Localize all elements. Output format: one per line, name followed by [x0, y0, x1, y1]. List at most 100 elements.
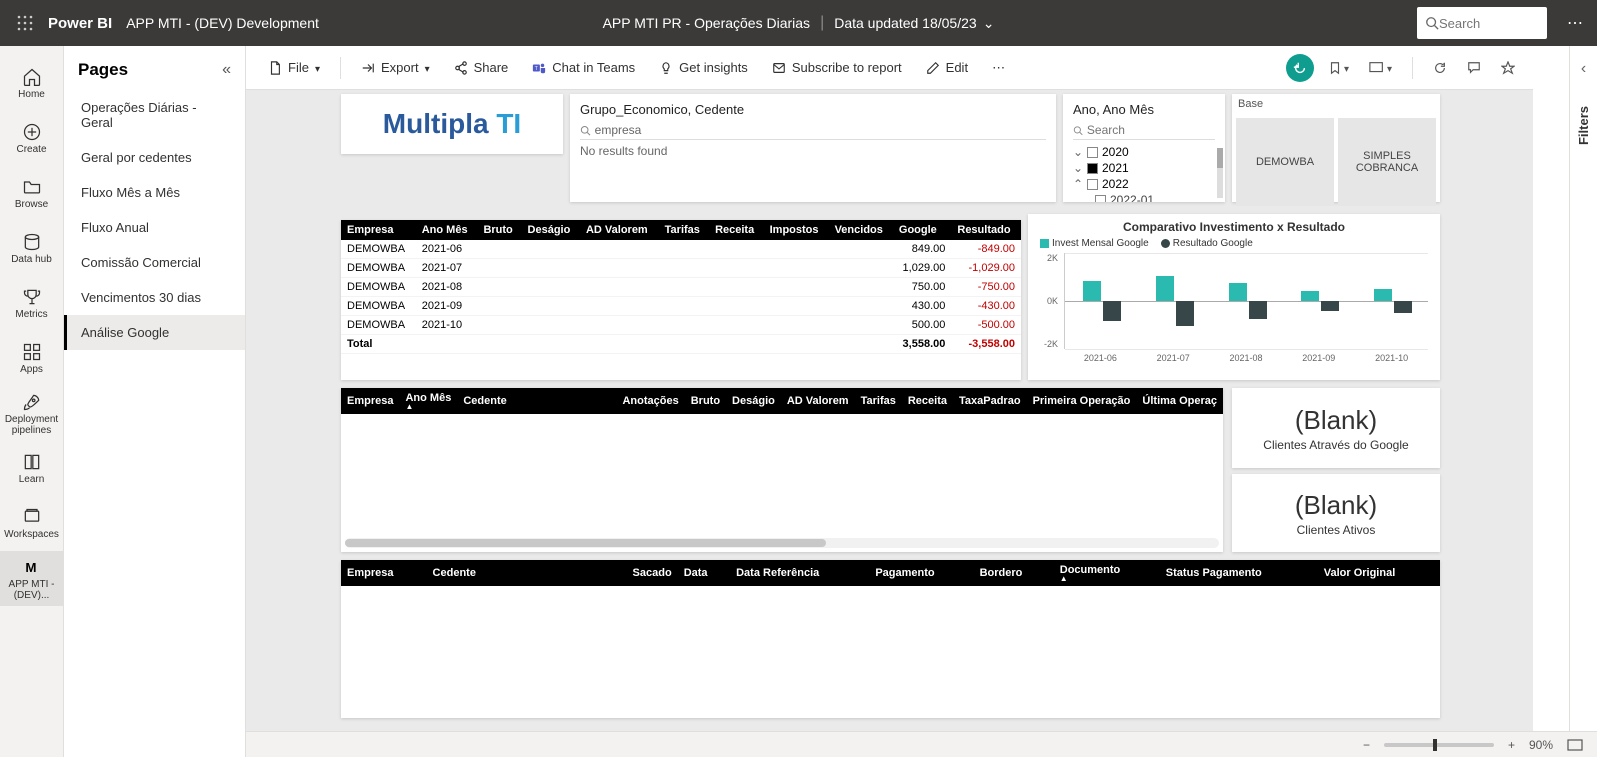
column-header[interactable]: Ano Mês▲: [399, 388, 457, 414]
year-item[interactable]: ⌄2020: [1073, 144, 1215, 160]
chat-teams-button[interactable]: T Chat in Teams: [522, 54, 645, 81]
table-row[interactable]: DEMOWBA2021-10500.00-500.00: [341, 316, 1021, 335]
comment-button[interactable]: [1461, 57, 1487, 79]
page-item[interactable]: Operações Diárias - Geral: [64, 90, 245, 140]
table-documentos[interactable]: EmpresaCedenteSacadoDataData ReferênciaP…: [341, 560, 1440, 718]
page-item[interactable]: Geral por cedentes: [64, 140, 245, 175]
table-row[interactable]: DEMOWBA2021-09430.00-430.00: [341, 297, 1021, 316]
column-header[interactable]: Cedente: [457, 388, 616, 414]
year-item[interactable]: 2022-01: [1095, 192, 1215, 202]
page-item[interactable]: Análise Google: [64, 315, 245, 350]
year-item[interactable]: ⌄2021: [1073, 160, 1215, 176]
column-header[interactable]: Tarifas: [659, 220, 709, 240]
bar[interactable]: [1394, 301, 1412, 313]
column-header[interactable]: Receita: [902, 388, 953, 414]
expand-icon[interactable]: ⌄: [1073, 145, 1083, 159]
column-header[interactable]: Resultado: [951, 220, 1021, 240]
collapse-pages-button[interactable]: «: [222, 61, 231, 79]
column-header[interactable]: TaxaPadrao: [953, 388, 1027, 414]
column-header[interactable]: Vencidos: [829, 220, 893, 240]
bar[interactable]: [1374, 289, 1392, 301]
bar[interactable]: [1249, 301, 1267, 319]
workspace-name[interactable]: APP MTI - (DEV) Development: [126, 15, 319, 31]
table-cedente[interactable]: EmpresaAno Mês▲CedenteAnotaçõesBrutoDesá…: [341, 388, 1223, 552]
bar[interactable]: [1083, 281, 1101, 301]
slicer-grupo-economico[interactable]: Grupo_Economico, Cedente No results foun…: [570, 94, 1056, 202]
nav-apps[interactable]: Apps: [0, 331, 63, 386]
global-search-input[interactable]: [1439, 16, 1519, 31]
nav-metrics[interactable]: Metrics: [0, 276, 63, 331]
kpi-clientes-ativos[interactable]: (Blank) Clientes Ativos: [1232, 474, 1440, 552]
fit-page-button[interactable]: [1563, 739, 1587, 751]
table-row[interactable]: DEMOWBA2021-06849.00-849.00: [341, 240, 1021, 259]
filters-pane-collapsed[interactable]: ‹ Filters: [1569, 46, 1597, 731]
bar[interactable]: [1103, 301, 1121, 321]
scrollbar[interactable]: [1217, 148, 1223, 198]
column-header[interactable]: Receita: [709, 220, 764, 240]
insights-button[interactable]: Get insights: [649, 54, 758, 81]
more-options-button[interactable]: ⋯: [1561, 13, 1589, 33]
slicer-ano[interactable]: Ano, Ano Mês ⌄2020⌄2021⌃20222022-01: [1063, 94, 1225, 202]
bar[interactable]: [1301, 291, 1319, 301]
column-header[interactable]: Anotações: [616, 388, 684, 414]
checkbox[interactable]: [1087, 163, 1098, 174]
report-name[interactable]: APP MTI PR - Operações Diarias: [603, 15, 810, 31]
chart-comparativo[interactable]: Comparativo Investimento x Resultado Inv…: [1028, 214, 1440, 380]
table-row[interactable]: DEMOWBA2021-08750.00-750.00: [341, 278, 1021, 297]
nav-learn[interactable]: Learn: [0, 441, 63, 496]
column-header[interactable]: Bordero: [974, 560, 1054, 586]
column-header[interactable]: AD Valorem: [580, 220, 659, 240]
page-item[interactable]: Fluxo Mês a Mês: [64, 175, 245, 210]
zoom-slider[interactable]: [1384, 743, 1494, 747]
column-header[interactable]: Deságio: [522, 220, 580, 240]
slicer-search-input[interactable]: [595, 123, 1046, 137]
column-header[interactable]: Pagamento: [869, 560, 973, 586]
zoom-in-button[interactable]: +: [1504, 738, 1519, 752]
file-menu[interactable]: File: [258, 54, 330, 81]
checkbox[interactable]: [1087, 147, 1098, 158]
column-header[interactable]: Bruto: [477, 220, 521, 240]
expand-icon[interactable]: ⌄: [1073, 161, 1083, 175]
column-header[interactable]: Data: [678, 560, 730, 586]
bar[interactable]: [1229, 283, 1247, 301]
subscribe-button[interactable]: Subscribe to report: [762, 54, 912, 81]
nav-datahub[interactable]: Data hub: [0, 221, 63, 276]
column-header[interactable]: Google: [893, 220, 951, 240]
bar[interactable]: [1156, 276, 1174, 301]
column-header[interactable]: Valor Original: [1318, 560, 1440, 586]
nav-app-mti[interactable]: MAPP MTI - (DEV)...: [0, 551, 63, 606]
column-header[interactable]: Ano Mês: [416, 220, 478, 240]
bookmark-button[interactable]: [1322, 55, 1355, 81]
page-item[interactable]: Comissão Comercial: [64, 245, 245, 280]
column-header[interactable]: Impostos: [764, 220, 829, 240]
slicer-base[interactable]: Base DEMOWBA SIMPLES COBRANCA: [1232, 94, 1440, 202]
refresh-button[interactable]: [1427, 57, 1453, 79]
global-search[interactable]: [1417, 7, 1547, 39]
checkbox[interactable]: [1087, 179, 1098, 190]
column-header[interactable]: Sacado: [627, 560, 678, 586]
nav-browse[interactable]: Browse: [0, 166, 63, 221]
column-header[interactable]: Tarifas: [855, 388, 902, 414]
table-row[interactable]: DEMOWBA2021-071,029.00-1,029.00: [341, 259, 1021, 278]
reset-button[interactable]: [1286, 54, 1314, 82]
column-header[interactable]: Cedente: [427, 560, 627, 586]
checkbox[interactable]: [1095, 195, 1106, 203]
nav-create[interactable]: Create: [0, 111, 63, 166]
column-header[interactable]: Empresa: [341, 220, 416, 240]
column-header[interactable]: Status Pagamento: [1160, 560, 1318, 586]
slicer-search-input[interactable]: [1087, 123, 1215, 137]
page-item[interactable]: Vencimentos 30 dias: [64, 280, 245, 315]
favorite-button[interactable]: [1495, 57, 1521, 79]
bar[interactable]: [1321, 301, 1339, 311]
data-updated-dropdown[interactable]: Data updated 18/05/23 ⌄: [834, 15, 994, 32]
page-item[interactable]: Fluxo Anual: [64, 210, 245, 245]
expand-icon[interactable]: ⌃: [1073, 177, 1083, 191]
view-button[interactable]: [1363, 55, 1398, 81]
column-header[interactable]: Data Referência: [730, 560, 869, 586]
export-menu[interactable]: Export: [351, 54, 440, 81]
column-header[interactable]: Empresa: [341, 560, 427, 586]
table-resultado[interactable]: EmpresaAno MêsBrutoDeságioAD ValoremTari…: [341, 220, 1021, 380]
column-header[interactable]: Bruto: [685, 388, 726, 414]
column-header[interactable]: Deságio: [726, 388, 781, 414]
edit-button[interactable]: Edit: [916, 54, 978, 81]
